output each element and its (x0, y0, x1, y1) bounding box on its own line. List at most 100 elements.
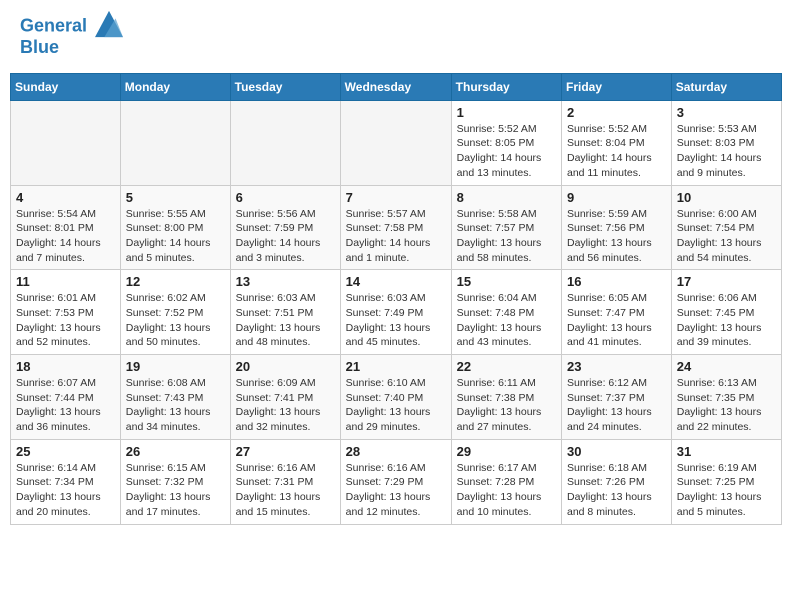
day-number: 31 (677, 444, 776, 459)
day-info: Sunrise: 5:58 AMSunset: 7:57 PMDaylight:… (457, 207, 556, 266)
calendar-cell: 21Sunrise: 6:10 AMSunset: 7:40 PMDayligh… (340, 355, 451, 440)
day-number: 21 (346, 359, 446, 374)
day-info: Sunrise: 5:57 AMSunset: 7:58 PMDaylight:… (346, 207, 446, 266)
day-number: 7 (346, 190, 446, 205)
calendar-cell: 15 Sunrise: 6:04 AMSunset: 7:48 PMDayligh… (451, 270, 561, 355)
weekday-header-tuesday: Tuesday (230, 73, 340, 100)
day-info: Sunrise: 5:56 AMSunset: 7:59 PMDaylight:… (236, 207, 335, 266)
page-header: General Blue (10, 10, 782, 63)
calendar-cell: 10Sunrise: 6:00 AMSunset: 7:54 PMDayligh… (671, 185, 781, 270)
day-number: 28 (346, 444, 446, 459)
day-info: Sunrise: 5:55 AMSunset: 8:00 PMDaylight:… (126, 207, 225, 266)
calendar-cell: 14 Sunrise: 6:03 AMSunset: 7:49 PMDayligh… (340, 270, 451, 355)
day-number: 9 (567, 190, 666, 205)
day-number: 17 (677, 274, 776, 289)
calendar-week-row: 25Sunrise: 6:14 AMSunset: 7:34 PMDayligh… (11, 439, 782, 524)
calendar-cell: 19 Sunrise: 6:08 AMSunset: 7:43 PMDayligh… (120, 355, 230, 440)
weekday-header-friday: Friday (562, 73, 672, 100)
day-number: 20 (236, 359, 335, 374)
calendar-cell: 5 Sunrise: 5:55 AMSunset: 8:00 PMDaylight… (120, 185, 230, 270)
calendar-table: SundayMondayTuesdayWednesdayThursdayFrid… (10, 73, 782, 525)
calendar-cell: 3 Sunrise: 5:53 AMSunset: 8:03 PMDaylight… (671, 100, 781, 185)
day-number: 14 (346, 274, 446, 289)
calendar-cell: 28 Sunrise: 6:16 AMSunset: 7:29 PMDayligh… (340, 439, 451, 524)
calendar-cell: 17 Sunrise: 6:06 AMSunset: 7:45 PMDayligh… (671, 270, 781, 355)
day-info: Sunrise: 6:12 AMSunset: 7:37 PMDaylight:… (567, 376, 666, 435)
calendar-cell: 30 Sunrise: 6:18 AMSunset: 7:26 PMDayligh… (562, 439, 672, 524)
calendar-week-row: 11Sunrise: 6:01 AMSunset: 7:53 PMDayligh… (11, 270, 782, 355)
day-info: Sunrise: 6:14 AMSunset: 7:34 PMDaylight:… (16, 461, 115, 520)
calendar-cell: 27 Sunrise: 6:16 AMSunset: 7:31 PMDayligh… (230, 439, 340, 524)
day-info: Sunrise: 6:04 AMSunset: 7:48 PMDaylight:… (457, 291, 556, 350)
calendar-cell: 13 Sunrise: 6:03 AMSunset: 7:51 PMDayligh… (230, 270, 340, 355)
day-number: 8 (457, 190, 556, 205)
calendar-week-row: 18Sunrise: 6:07 AMSunset: 7:44 PMDayligh… (11, 355, 782, 440)
logo-text: General Blue (20, 15, 123, 58)
day-info: Sunrise: 6:05 AMSunset: 7:47 PMDaylight:… (567, 291, 666, 350)
calendar-cell: 12 Sunrise: 6:02 AMSunset: 7:52 PMDayligh… (120, 270, 230, 355)
day-info: Sunrise: 6:03 AMSunset: 7:51 PMDaylight:… (236, 291, 335, 350)
day-number: 15 (457, 274, 556, 289)
day-info: Sunrise: 5:53 AMSunset: 8:03 PMDaylight:… (677, 122, 776, 181)
day-number: 30 (567, 444, 666, 459)
day-info: Sunrise: 6:11 AMSunset: 7:38 PMDaylight:… (457, 376, 556, 435)
calendar-cell: 11Sunrise: 6:01 AMSunset: 7:53 PMDayligh… (11, 270, 121, 355)
day-info: Sunrise: 6:02 AMSunset: 7:52 PMDaylight:… (126, 291, 225, 350)
day-number: 12 (126, 274, 225, 289)
day-number: 16 (567, 274, 666, 289)
day-number: 5 (126, 190, 225, 205)
day-info: Sunrise: 6:13 AMSunset: 7:35 PMDaylight:… (677, 376, 776, 435)
day-number: 11 (16, 274, 115, 289)
calendar-week-row: 4 Sunrise: 5:54 AMSunset: 8:01 PMDaylight… (11, 185, 782, 270)
day-number: 26 (126, 444, 225, 459)
calendar-week-row: 1Sunrise: 5:52 AMSunset: 8:05 PMDaylight… (11, 100, 782, 185)
day-info: Sunrise: 6:09 AMSunset: 7:41 PMDaylight:… (236, 376, 335, 435)
calendar-cell: 8 Sunrise: 5:58 AMSunset: 7:57 PMDaylight… (451, 185, 561, 270)
day-number: 27 (236, 444, 335, 459)
calendar-cell: 7 Sunrise: 5:57 AMSunset: 7:58 PMDaylight… (340, 185, 451, 270)
day-number: 24 (677, 359, 776, 374)
day-number: 6 (236, 190, 335, 205)
day-number: 23 (567, 359, 666, 374)
day-info: Sunrise: 6:08 AMSunset: 7:43 PMDaylight:… (126, 376, 225, 435)
day-info: Sunrise: 6:15 AMSunset: 7:32 PMDaylight:… (126, 461, 225, 520)
calendar-cell: 26 Sunrise: 6:15 AMSunset: 7:32 PMDayligh… (120, 439, 230, 524)
day-number: 2 (567, 105, 666, 120)
calendar-cell: 20 Sunrise: 6:09 AMSunset: 7:41 PMDayligh… (230, 355, 340, 440)
calendar-cell: 18Sunrise: 6:07 AMSunset: 7:44 PMDayligh… (11, 355, 121, 440)
calendar-cell: 29Sunrise: 6:17 AMSunset: 7:28 PMDayligh… (451, 439, 561, 524)
day-info: Sunrise: 6:18 AMSunset: 7:26 PMDaylight:… (567, 461, 666, 520)
weekday-header-sunday: Sunday (11, 73, 121, 100)
day-info: Sunrise: 6:16 AMSunset: 7:29 PMDaylight:… (346, 461, 446, 520)
weekday-header-wednesday: Wednesday (340, 73, 451, 100)
calendar-cell (120, 100, 230, 185)
day-number: 13 (236, 274, 335, 289)
calendar-cell: 9Sunrise: 5:59 AMSunset: 7:56 PMDaylight… (562, 185, 672, 270)
day-info: Sunrise: 6:06 AMSunset: 7:45 PMDaylight:… (677, 291, 776, 350)
day-number: 4 (16, 190, 115, 205)
day-info: Sunrise: 5:54 AMSunset: 8:01 PMDaylight:… (16, 207, 115, 266)
day-info: Sunrise: 5:52 AMSunset: 8:04 PMDaylight:… (567, 122, 666, 181)
calendar-cell: 16 Sunrise: 6:05 AMSunset: 7:47 PMDayligh… (562, 270, 672, 355)
calendar-cell: 2 Sunrise: 5:52 AMSunset: 8:04 PMDaylight… (562, 100, 672, 185)
calendar-cell: 6 Sunrise: 5:56 AMSunset: 7:59 PMDaylight… (230, 185, 340, 270)
weekday-header-saturday: Saturday (671, 73, 781, 100)
day-number: 22 (457, 359, 556, 374)
calendar-cell (230, 100, 340, 185)
calendar-cell (340, 100, 451, 185)
weekday-header-monday: Monday (120, 73, 230, 100)
day-info: Sunrise: 6:16 AMSunset: 7:31 PMDaylight:… (236, 461, 335, 520)
calendar-cell: 23 Sunrise: 6:12 AMSunset: 7:37 PMDayligh… (562, 355, 672, 440)
calendar-cell: 25Sunrise: 6:14 AMSunset: 7:34 PMDayligh… (11, 439, 121, 524)
calendar-cell: 4 Sunrise: 5:54 AMSunset: 8:01 PMDaylight… (11, 185, 121, 270)
day-info: Sunrise: 6:03 AMSunset: 7:49 PMDaylight:… (346, 291, 446, 350)
calendar-cell: 24 Sunrise: 6:13 AMSunset: 7:35 PMDayligh… (671, 355, 781, 440)
day-number: 3 (677, 105, 776, 120)
day-number: 18 (16, 359, 115, 374)
day-info: Sunrise: 6:17 AMSunset: 7:28 PMDaylight:… (457, 461, 556, 520)
calendar-cell (11, 100, 121, 185)
calendar-cell: 31Sunrise: 6:19 AMSunset: 7:25 PMDayligh… (671, 439, 781, 524)
day-number: 19 (126, 359, 225, 374)
weekday-header-thursday: Thursday (451, 73, 561, 100)
day-number: 1 (457, 105, 556, 120)
